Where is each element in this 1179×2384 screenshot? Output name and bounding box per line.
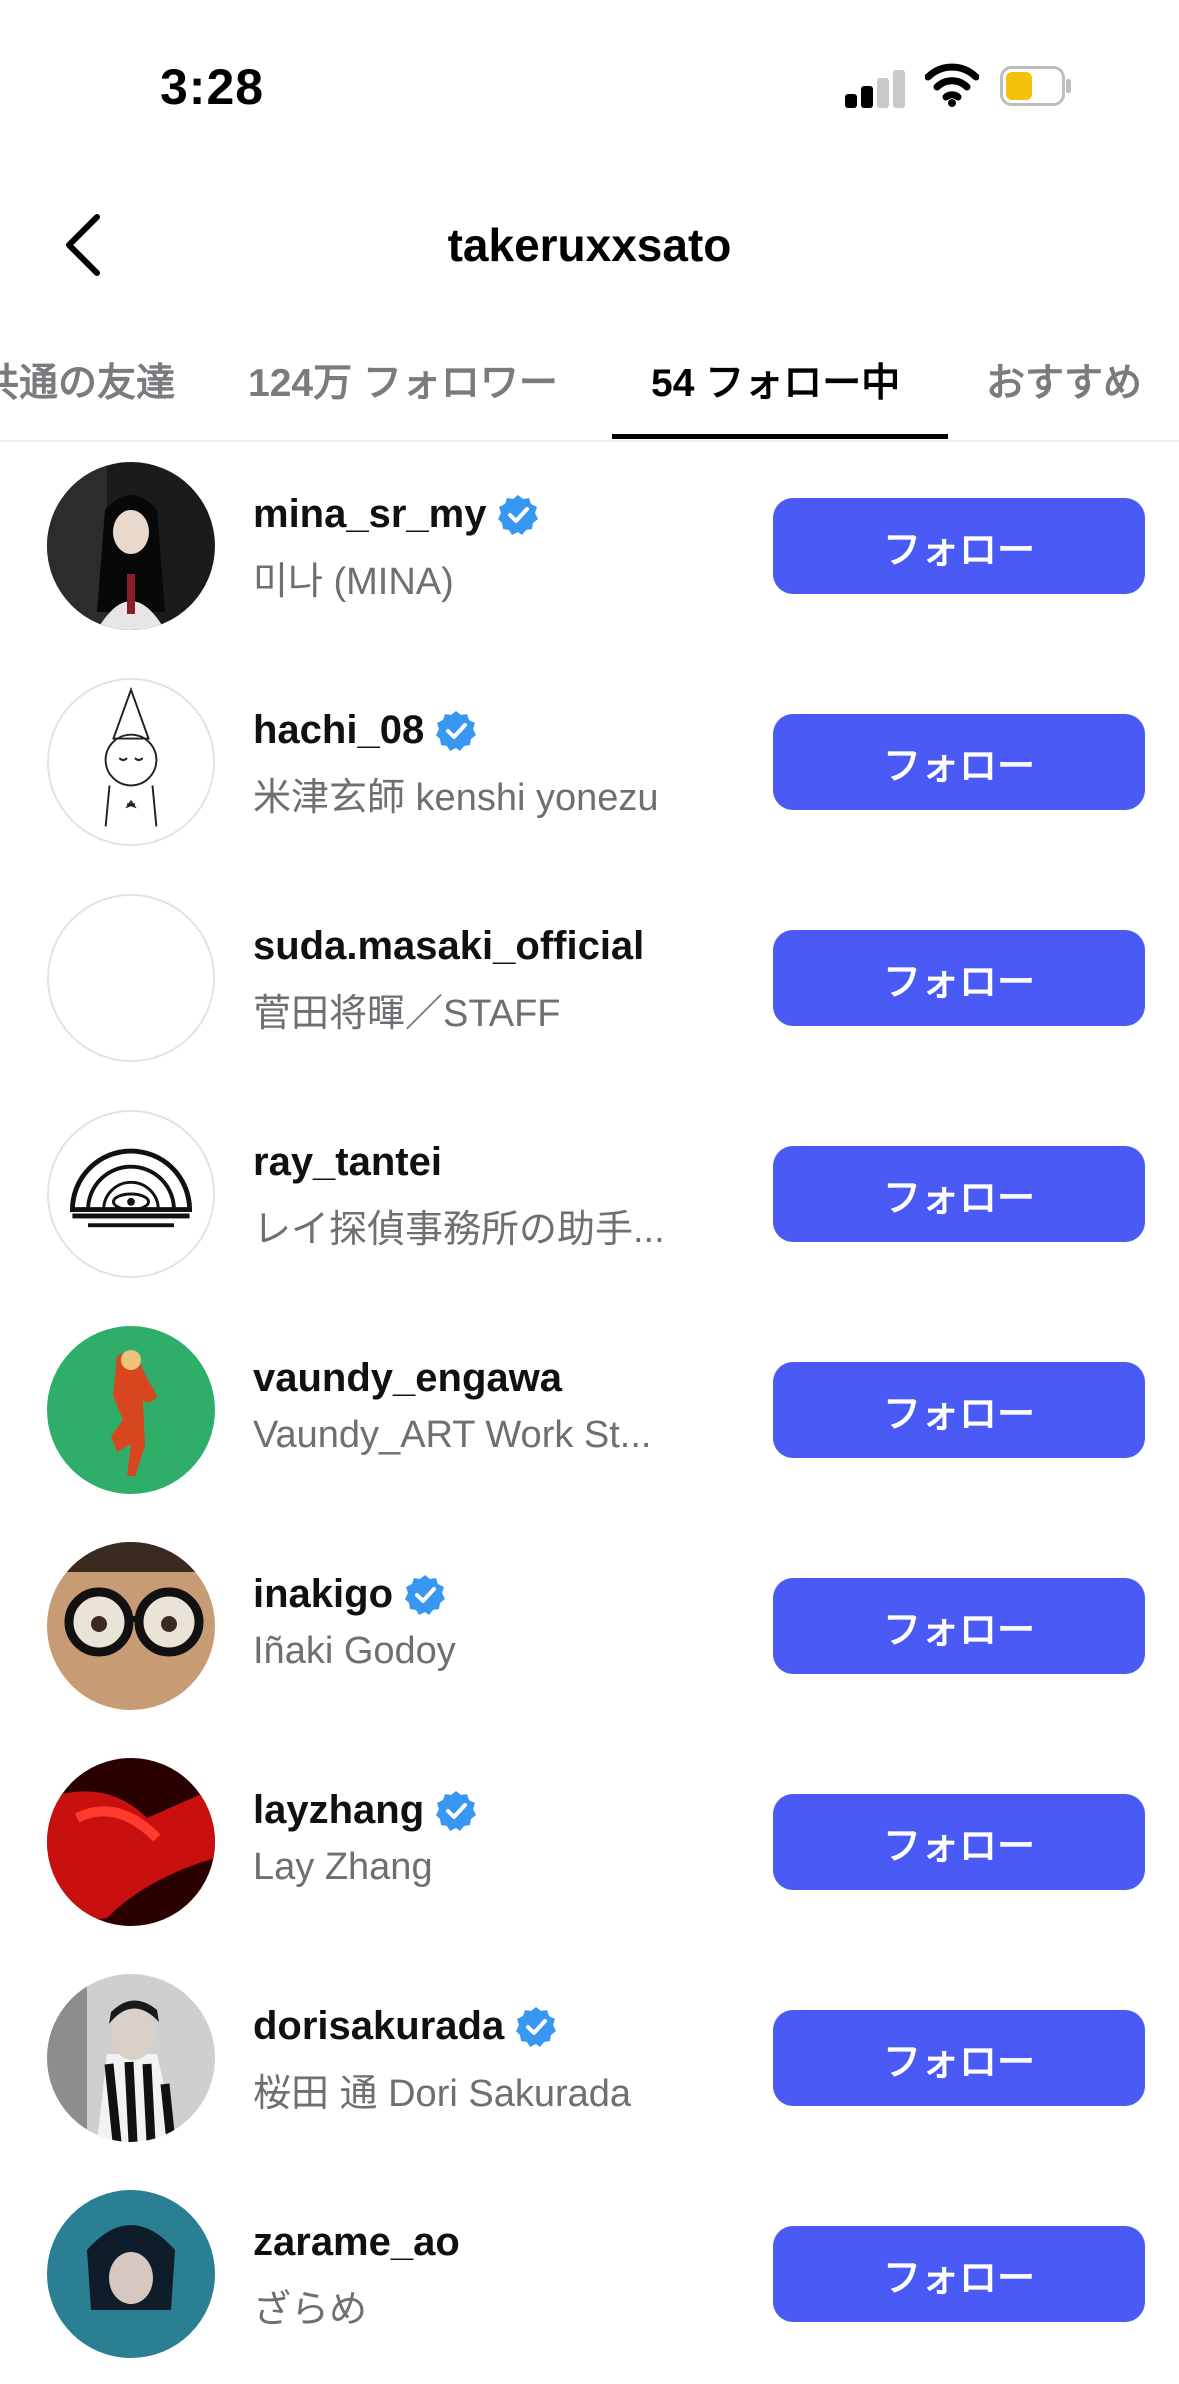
- follow-button[interactable]: フォロー: [773, 1578, 1145, 1674]
- list-item[interactable]: dorisakurada 桜田 通 Dori Sakurada フォロー: [0, 1952, 1179, 2168]
- full-name: 桜田 通 Dori Sakurada: [253, 2073, 632, 2115]
- list-item[interactable]: mina_sr_my 미나 (MINA) フォロー: [0, 440, 1179, 656]
- list-item[interactable]: hachi_08 米津玄師 kenshi yonezu フォロー: [0, 656, 1179, 872]
- verified-badge-icon: [436, 710, 477, 751]
- username-text[interactable]: suda.masaki_official: [253, 924, 644, 969]
- navigation-header: takeruxxsato: [0, 160, 1179, 330]
- status-time: 3:28: [160, 59, 265, 115]
- wifi-icon: [924, 62, 980, 108]
- avatar[interactable]: [47, 1110, 215, 1278]
- battery-icon: [1000, 66, 1072, 106]
- avatar[interactable]: [47, 1974, 215, 2142]
- cellular-signal-icon: [845, 68, 907, 108]
- username-text[interactable]: hachi_08: [253, 708, 424, 753]
- list-item[interactable]: inakigo Iñaki Godoy フォロー: [0, 1520, 1179, 1736]
- full-name: ざらめ: [253, 2289, 368, 2331]
- username[interactable]: hachi_08: [253, 708, 478, 753]
- tab-following[interactable]: 54 フォロー中: [651, 352, 900, 408]
- full-name: 菅田将暉／STAFF: [253, 993, 561, 1035]
- full-name: Iñaki Godoy: [253, 1630, 456, 1672]
- list-item[interactable]: vaundy_engawa Vaundy_ART Work St... フォロー: [0, 1304, 1179, 1520]
- full-name: 米津玄師 kenshi yonezu: [253, 777, 659, 819]
- username[interactable]: dorisakurada: [253, 2004, 558, 2049]
- avatar[interactable]: [47, 894, 215, 1062]
- verified-badge-icon: [405, 1574, 446, 1615]
- list-item[interactable]: ray_tantei レイ探偵事務所の助手... フォロー: [0, 1088, 1179, 1304]
- follow-button[interactable]: フォロー: [773, 1794, 1145, 1890]
- username-text[interactable]: layzhang: [253, 1788, 424, 1833]
- username[interactable]: zarame_ao: [253, 2220, 460, 2265]
- avatar[interactable]: [47, 1326, 215, 1494]
- username[interactable]: inakigo: [253, 1572, 447, 1617]
- page-title: takeruxxsato: [447, 219, 732, 271]
- status-bar: 3:28: [0, 0, 1179, 160]
- follow-button[interactable]: フォロー: [773, 714, 1145, 810]
- verified-badge-icon: [436, 1790, 477, 1831]
- follow-button[interactable]: フォロー: [773, 1146, 1145, 1242]
- tab-followers[interactable]: 124万 フォロワー: [248, 352, 558, 408]
- username-text[interactable]: ray_tantei: [253, 1140, 442, 1185]
- username-text[interactable]: inakigo: [253, 1572, 393, 1617]
- avatar[interactable]: [47, 1542, 215, 1710]
- username[interactable]: suda.masaki_official: [253, 924, 644, 969]
- username-text[interactable]: zarame_ao: [253, 2220, 460, 2265]
- username-text[interactable]: vaundy_engawa: [253, 1356, 562, 1401]
- follow-button[interactable]: フォロー: [773, 1362, 1145, 1458]
- avatar[interactable]: [47, 2190, 215, 2358]
- verified-badge-icon: [498, 494, 539, 535]
- username[interactable]: vaundy_engawa: [253, 1356, 562, 1401]
- verified-badge-icon: [516, 2006, 557, 2047]
- tab-bar: 共通の友達 124万 フォロワー 54 フォロー中 おすすめ: [0, 330, 1179, 442]
- tab-mutual-friends[interactable]: 共通の友達: [0, 352, 175, 408]
- follow-button[interactable]: フォロー: [773, 930, 1145, 1026]
- full-name: 미나 (MINA): [253, 561, 454, 603]
- follow-button[interactable]: フォロー: [773, 498, 1145, 594]
- username-text[interactable]: dorisakurada: [253, 2004, 504, 2049]
- username[interactable]: ray_tantei: [253, 1140, 442, 1185]
- list-item[interactable]: suda.masaki_official 菅田将暉／STAFF フォロー: [0, 872, 1179, 1088]
- username[interactable]: layzhang: [253, 1788, 478, 1833]
- follow-button[interactable]: フォロー: [773, 2226, 1145, 2322]
- username[interactable]: mina_sr_my: [253, 492, 540, 537]
- full-name: Lay Zhang: [253, 1846, 433, 1888]
- full-name: レイ探偵事務所の助手...: [253, 1209, 665, 1251]
- list-item[interactable]: layzhang Lay Zhang フォロー: [0, 1736, 1179, 1952]
- follow-button[interactable]: フォロー: [773, 2010, 1145, 2106]
- active-tab-indicator: [612, 434, 948, 439]
- tab-suggested[interactable]: おすすめ: [986, 352, 1142, 408]
- avatar[interactable]: [47, 1758, 215, 1926]
- username-text[interactable]: mina_sr_my: [253, 492, 486, 537]
- full-name: Vaundy_ART Work St...: [253, 1414, 652, 1456]
- list-item[interactable]: zarame_ao ざらめ フォロー: [0, 2168, 1179, 2384]
- avatar[interactable]: [47, 678, 215, 846]
- avatar[interactable]: [47, 462, 215, 630]
